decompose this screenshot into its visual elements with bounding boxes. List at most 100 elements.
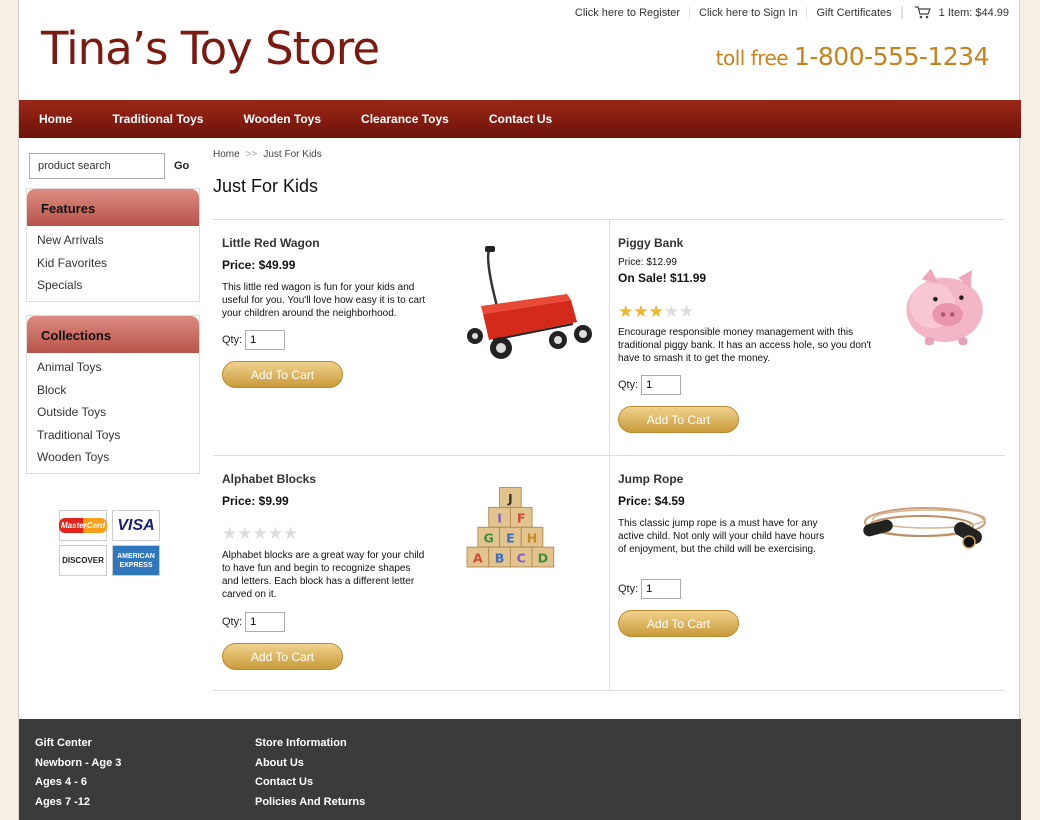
qty-field: Qty: [618,579,682,599]
product-description: Alphabet blocks are a great way for your… [222,550,425,600]
jump-rope-image[interactable] [849,472,993,606]
footer-link-newborn[interactable]: Newborn - Age 3 [35,757,121,777]
features-title: Features [27,189,199,226]
footer-link-policies[interactable]: Policies And Returns [255,796,365,816]
gift-certificates-link[interactable]: Gift Certificates [807,6,902,19]
product-card-wagon: Little Red Wagon Price: $49.99 This litt… [213,220,609,456]
main-nav: Home Traditional Toys Wooden Toys Cleara… [19,100,1021,138]
collections-title: Collections [27,316,199,353]
alphabet-blocks-image[interactable]: J I F G E H A B C D [449,472,579,606]
search-input[interactable] [29,153,165,179]
nav-clearance-toys[interactable]: Clearance Toys [361,112,449,126]
svg-text:I: I [497,511,502,526]
register-link[interactable]: Click here to Register [566,6,691,19]
collections-box: Collections Animal Toys Block Outside To… [26,315,200,474]
footer-heading-gift-center: Gift Center [35,737,92,749]
nav-traditional-toys[interactable]: Traditional Toys [112,112,203,126]
star-icon: ★ [222,524,238,543]
nav-contact-us[interactable]: Contact Us [489,112,552,126]
add-to-cart-button[interactable]: Add To Cart [222,361,343,388]
product-search: Go [29,153,189,179]
footer-link-contact-us[interactable]: Contact Us [255,776,365,796]
product-price: Price: $49.99 [222,258,296,272]
footer-link-about-us[interactable]: About Us [255,757,365,777]
breadcrumb-separator: >> [245,149,258,160]
footer-gift-center: Gift Center Newborn - Age 3 Ages 4 - 6 A… [35,737,121,815]
collections-item-wooden-toys[interactable]: Wooden Toys [37,446,189,469]
qty-input[interactable] [641,375,682,395]
footer-link-ages-7-12[interactable]: Ages 7 -12 [35,796,121,816]
nav-home[interactable]: Home [39,112,72,126]
phone-number: 1-800-555-1234 [793,42,990,71]
collections-item-traditional-toys[interactable]: Traditional Toys [37,424,189,447]
qty-input[interactable] [245,330,286,350]
star-icon: ★ [267,524,283,543]
star-icon: ★ [679,302,695,321]
product-description: This classic jump rope is a must have fo… [618,518,825,555]
star-icon: ★ [618,302,634,321]
product-description: This little red wagon is fun for your ki… [222,282,426,319]
svg-text:F: F [517,511,526,526]
store-logo[interactable]: Tina’s Toy Store [41,22,380,75]
add-to-cart-button[interactable]: Add To Cart [618,610,739,637]
nav-wooden-toys[interactable]: Wooden Toys [243,112,321,126]
top-links: Click here to Register Click here to Sig… [566,6,1009,19]
product-regular-price: Price: $12.99 [618,257,677,268]
qty-field: Qty: [222,330,286,350]
page-title: Just For Kids [213,176,319,196]
amex-logo: AMERICAN EXPRESS [112,545,160,576]
star-icon: ★ [648,302,664,321]
rating-stars: ★ ★ ★ ★ ★ [222,524,299,543]
star-icon: ★ [283,524,299,543]
piggy-bank-image[interactable] [885,236,995,370]
qty-input[interactable] [245,612,286,632]
footer-link-ages-4-6[interactable]: Ages 4 - 6 [35,776,121,796]
toll-free-phone: toll free 1-800-555-1234 [715,42,990,71]
product-name[interactable]: Little Red Wagon [222,236,320,250]
svg-text:G: G [484,531,494,546]
add-to-cart-button[interactable]: Add To Cart [222,643,343,670]
product-card-jump-rope: Jump Rope Price: $4.59 This classic jump… [609,456,1005,692]
features-list: New Arrivals Kid Favorites Specials [27,226,199,301]
footer-store-information: Store Information About Us Contact Us Po… [255,737,365,815]
cart-icon [914,6,931,19]
mini-cart[interactable]: 1 Item: $44.99 [901,6,1009,19]
qty-label: Qty: [222,616,243,628]
features-item-specials[interactable]: Specials [37,274,189,297]
collections-item-animal-toys[interactable]: Animal Toys [37,356,189,379]
sign-in-link[interactable]: Click here to Sign In [690,6,808,19]
features-box: Features New Arrivals Kid Favorites Spec… [26,188,200,302]
product-price: Price: $9.99 [222,494,289,508]
svg-text:E: E [506,531,515,546]
phone-prefix: toll free [715,46,794,70]
product-description: Encourage responsible money management w… [618,327,872,364]
discover-logo: DISCOVER [59,545,107,576]
product-name[interactable]: Alphabet Blocks [222,472,316,486]
svg-text:D: D [538,550,548,565]
breadcrumb-home[interactable]: Home [213,149,240,160]
add-to-cart-button[interactable]: Add To Cart [618,406,739,433]
product-name[interactable]: Piggy Bank [618,236,683,250]
footer: Gift Center Newborn - Age 3 Ages 4 - 6 A… [19,719,1021,820]
features-item-new-arrivals[interactable]: New Arrivals [37,229,189,252]
qty-label: Qty: [618,379,639,391]
star-icon: ★ [633,302,649,321]
qty-label: Qty: [618,583,639,595]
mastercard-logo: MasterCard [59,510,108,541]
product-card-alphabet-blocks: Alphabet Blocks Price: $9.99 ★ ★ ★ ★ ★ A… [213,456,609,692]
breadcrumb-current: Just For Kids [263,149,322,160]
go-button[interactable]: Go [174,160,189,172]
visa-logo: VISA [112,510,160,541]
wagon-image[interactable] [453,236,597,370]
footer-heading-store-information: Store Information [255,737,347,749]
star-icon: ★ [252,524,268,543]
qty-field: Qty: [618,375,682,395]
cart-summary: 1 Item: $44.99 [938,6,1009,19]
svg-text:C: C [517,550,526,565]
qty-input[interactable] [641,579,682,599]
collections-item-block[interactable]: Block [37,379,189,402]
collections-item-outside-toys[interactable]: Outside Toys [37,401,189,424]
product-name[interactable]: Jump Rope [618,472,683,486]
rating-stars: ★ ★ ★ ★ ★ [618,302,695,321]
features-item-kid-favorites[interactable]: Kid Favorites [37,252,189,275]
